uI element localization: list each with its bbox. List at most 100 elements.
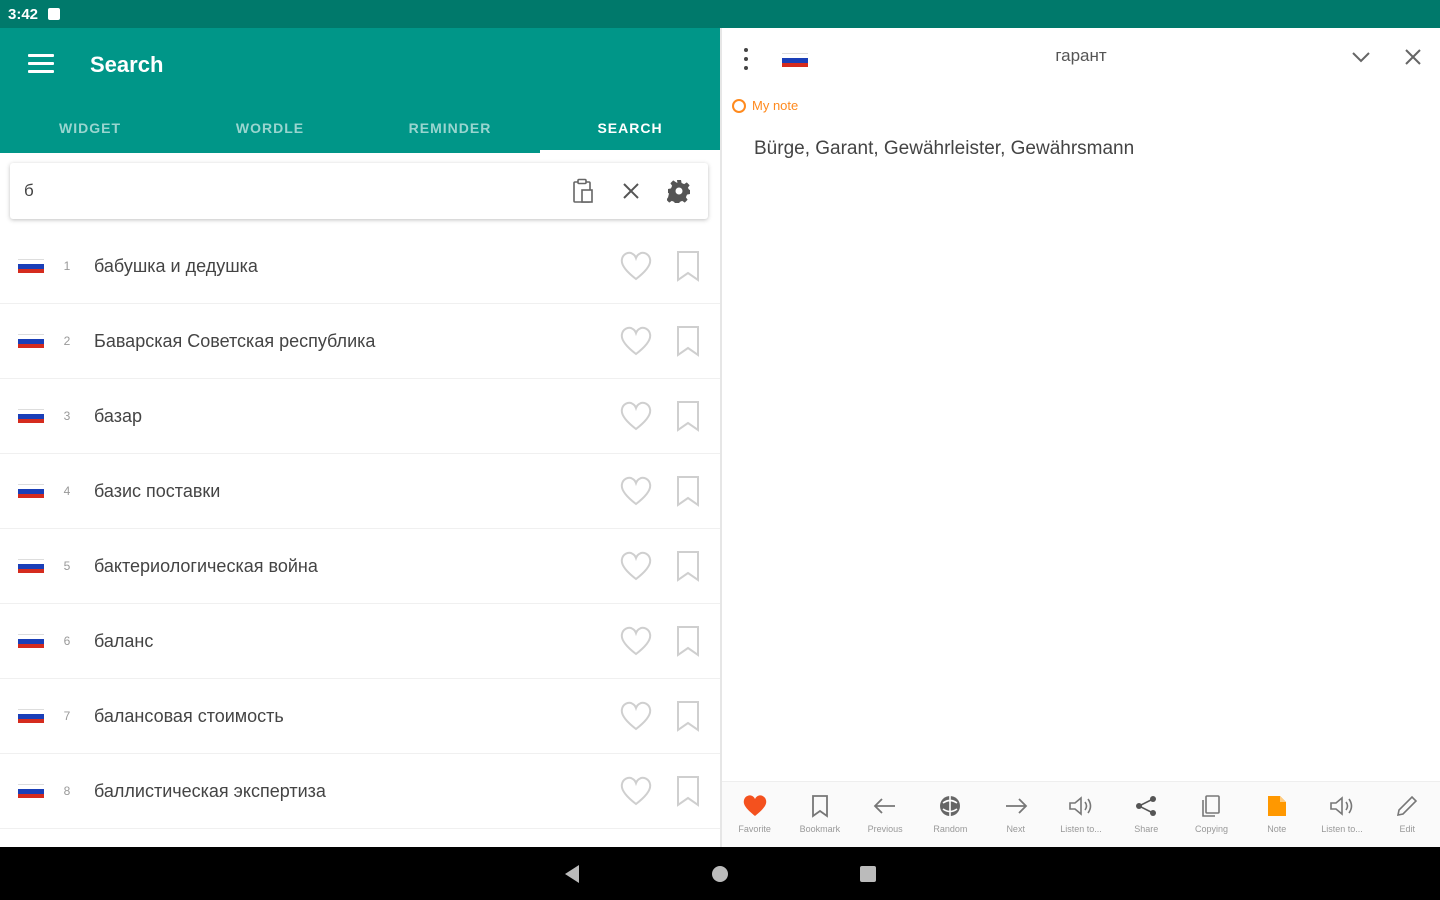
toolbar-button-bookmark[interactable]: Bookmark [787,782,852,847]
item-word: баланс [94,630,154,651]
toolbar-label: Listen to... [1060,824,1102,834]
clear-icon[interactable] [616,176,646,206]
russian-flag-icon [18,409,44,423]
bookmark-icon[interactable] [668,396,708,436]
search-input[interactable]: б [24,181,550,201]
toolbar-label: Bookmark [799,824,841,834]
toolbar-button-random[interactable]: Random [918,782,983,847]
my-note-link[interactable]: My note [732,98,798,113]
bookmark-icon[interactable] [668,621,708,661]
toolbar-label: Note [1267,824,1287,834]
toolbar-label: Next [1006,824,1025,834]
toolbar-label: Previous [867,824,903,834]
tab-wordle[interactable]: WORDLE [180,106,360,153]
action-toolbar: Favorite Bookmark Previous Random Next Listen… [722,781,1440,847]
list-item[interactable]: 8 баллистическая экспертиза [0,754,720,829]
item-number: 5 [63,559,71,573]
system-nav-bar [0,847,1440,900]
toolbar-button-next[interactable]: Next [983,782,1048,847]
toolbar-label: Share [1134,824,1159,834]
status-bar: 3:42 [0,0,1440,847]
tab-search[interactable]: SEARCH [540,106,720,153]
item-number: 6 [63,634,71,648]
arrow-right-icon [1002,792,1030,820]
toolbar-label: Favorite [738,824,771,834]
item-number: 1 [63,259,71,273]
hamburger-menu-icon[interactable] [28,54,54,76]
list-item[interactable]: 7 балансовая стоимость [0,679,720,754]
list-item[interactable]: 4 базис поставки [0,454,720,529]
list-item[interactable]: 2 Баварская Советская республика [0,304,720,379]
search-bar: б [10,163,708,219]
bookmark-icon [806,792,834,820]
speaker-icon [1067,792,1095,820]
item-word: базис поставки [94,480,221,501]
bookmark-icon[interactable] [668,546,708,586]
tab-widget[interactable]: WIDGET [0,106,180,153]
item-word: бактериологическая война [94,555,318,576]
heart-icon[interactable] [616,246,656,286]
russian-flag-icon [18,259,44,273]
russian-flag-icon [18,784,44,798]
recents-nav-icon[interactable] [853,859,883,889]
detail-panel: гарант My note Bürge, Garant, Gewährleis… [722,28,1440,847]
russian-flag-icon [18,334,44,348]
toolbar-button-favorite[interactable]: Favorite [722,782,787,847]
close-icon[interactable] [1402,46,1424,73]
list-item[interactable]: 1 бабушка и дедушка [0,229,720,304]
detail-word: гарант [1055,46,1107,65]
toolbar-button-copying[interactable]: Copying [1179,782,1244,847]
list-item[interactable]: 5 бактериологическая война [0,529,720,604]
heart-icon[interactable] [616,396,656,436]
toolbar-button-listen-to[interactable]: Listen to... [1048,782,1113,847]
chevron-down-icon[interactable] [1350,46,1372,73]
app-bar: Search WIDGET WORDLE REMINDER SEARCH [0,28,720,153]
notification-icon [48,8,61,20]
pencil-icon [1393,792,1421,820]
heart-icon[interactable] [616,471,656,511]
russian-flag-icon [18,709,44,723]
toolbar-button-share[interactable]: Share [1114,782,1179,847]
note-circle-icon [732,98,746,113]
speaker-icon [1328,792,1356,820]
search-panel: Search WIDGET WORDLE REMINDER SEARCH б 1… [0,28,720,847]
toolbar-label: Random [933,824,968,834]
bookmark-icon[interactable] [668,471,708,511]
clipboard-icon[interactable] [568,176,598,206]
list-item[interactable]: 3 базар [0,379,720,454]
item-number: 2 [63,334,71,348]
toolbar-button-edit[interactable]: Edit [1375,782,1440,847]
item-number: 7 [63,709,71,723]
list-item[interactable]: 6 баланс [0,604,720,679]
gear-icon[interactable] [664,176,694,206]
heart-icon[interactable] [616,621,656,661]
heart-icon[interactable] [616,696,656,736]
russian-flag-icon [18,484,44,498]
heart-icon[interactable] [616,321,656,361]
heart-icon[interactable] [616,546,656,586]
item-word: Баварская Советская республика [94,330,376,351]
bookmark-icon[interactable] [668,696,708,736]
toolbar-button-previous[interactable]: Previous [853,782,918,847]
heart-icon[interactable] [616,771,656,811]
detail-header: гарант [722,28,1440,90]
item-number: 4 [63,484,71,498]
back-nav-icon[interactable] [557,859,587,889]
tab-reminder[interactable]: REMINDER [360,106,540,153]
tab-bar: WIDGET WORDLE REMINDER SEARCH [0,106,720,153]
toolbar-button-note[interactable]: Note [1244,782,1309,847]
bookmark-icon[interactable] [668,771,708,811]
item-word: балансовая стоимость [94,705,284,726]
my-note-label: My note [752,98,799,113]
share-icon [1132,792,1160,820]
home-nav-icon[interactable] [705,859,735,889]
bookmark-icon[interactable] [668,246,708,286]
toolbar-label: Edit [1399,824,1416,834]
russian-flag-icon [18,559,44,573]
toolbar-button-listen-to[interactable]: Listen to... [1309,782,1374,847]
bookmark-icon[interactable] [668,321,708,361]
arrow-left-icon [871,792,899,820]
copy-icon [1197,792,1225,820]
random-icon [936,792,964,820]
toolbar-label: Listen to... [1321,824,1363,834]
